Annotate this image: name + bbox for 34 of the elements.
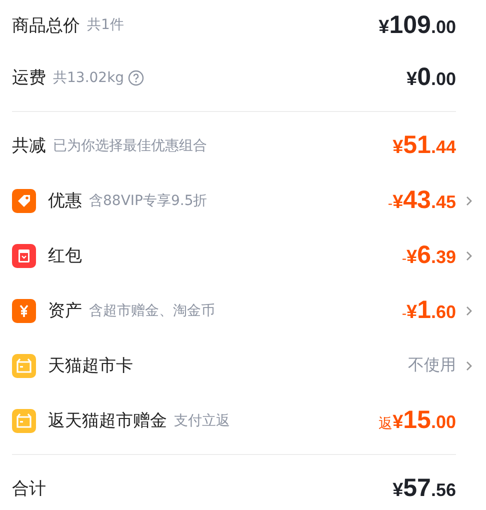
row-note: 支付立返	[174, 412, 230, 430]
envelope-icon	[12, 244, 36, 268]
yen-icon	[12, 298, 36, 322]
chevron-icon[interactable]	[464, 358, 474, 372]
row-label: 返天猫超市赠金	[48, 410, 167, 432]
row-note: 共1件	[87, 16, 124, 34]
chevron-icon[interactable]	[464, 194, 474, 208]
row-label: 天猫超市卡	[48, 355, 133, 377]
row-label: 合计	[12, 478, 46, 500]
row-label: 资产	[48, 300, 82, 322]
row-note: 含88VIP专享9.5折	[89, 192, 208, 210]
amount-text: ¥57.56	[392, 474, 456, 503]
amount-text: ¥109.00	[378, 10, 456, 40]
amount-text: -¥1.60	[402, 296, 456, 325]
row-label: 共减	[12, 135, 46, 157]
row-label: 优惠	[48, 190, 82, 212]
chevron-icon[interactable]	[464, 248, 474, 262]
card-icon	[12, 354, 36, 378]
amount-text: -¥43.45	[388, 186, 456, 215]
help-icon[interactable]	[128, 70, 144, 86]
amount-text: ¥0.00	[406, 63, 456, 92]
amount-text: ¥51.44	[392, 131, 456, 160]
amount-text: 返¥15.00	[378, 406, 456, 435]
row-label: 红包	[48, 245, 82, 267]
card-icon	[12, 408, 36, 432]
option-value[interactable]: 不使用	[408, 355, 456, 376]
row-label: 运费	[12, 67, 46, 89]
row-label: 商品总价	[12, 14, 80, 36]
row-note: 含超市赠金、淘金币	[89, 302, 215, 320]
tag-icon	[12, 188, 36, 212]
row-note: 已为你选择最佳优惠组合	[53, 136, 207, 154]
chevron-icon[interactable]	[464, 304, 474, 318]
amount-text: -¥6.39	[402, 241, 456, 270]
row-note: 共13.02kg	[53, 68, 124, 86]
